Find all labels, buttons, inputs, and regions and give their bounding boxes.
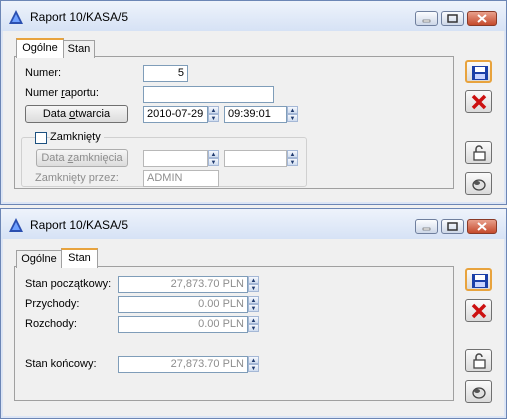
spin-down-icon[interactable]: ▼ — [248, 364, 259, 372]
amount-spinner[interactable]: ▲ ▼ — [248, 296, 259, 313]
tab-ogolne[interactable]: Ogólne — [16, 250, 62, 268]
window-body: Stan początkowy: 27,873.70 PLN ▲ ▼ Przych… — [3, 239, 504, 416]
numer-field[interactable]: 5 — [143, 65, 188, 82]
przychody-label: Przychody: — [25, 298, 80, 310]
eraser-icon — [472, 387, 486, 399]
spin-up-icon[interactable]: ▲ — [248, 296, 259, 304]
stan-poczatkowy-field[interactable]: 27,873.70 PLN — [118, 276, 248, 293]
minimize-button[interactable] — [415, 219, 438, 234]
spin-down-icon[interactable]: ▼ — [248, 284, 259, 292]
spin-down-icon[interactable]: ▼ — [248, 304, 259, 312]
window-body: Numer: 5 Numer raportu: Data otwarcia 20… — [3, 31, 504, 202]
spin-down-icon[interactable]: ▼ — [208, 114, 219, 122]
save-icon — [472, 274, 488, 288]
stan-koncowy-field[interactable]: 27,873.70 PLN — [118, 356, 248, 373]
report-window-general: Raport 10/KASA/5 Numer: 5 Numer raportu:… — [0, 0, 507, 205]
data-otwarcia-date-field[interactable]: 2010-07-29 — [143, 106, 208, 123]
title-bar[interactable]: Raport 10/KASA/5 — [1, 1, 506, 31]
amount-spinner[interactable]: ▲ ▼ — [248, 276, 259, 293]
tab-panel-general: Numer: 5 Numer raportu: Data otwarcia 20… — [14, 56, 454, 189]
spin-up-icon[interactable]: ▲ — [248, 276, 259, 284]
data-zamkniecia-time-field[interactable] — [224, 150, 287, 167]
maximize-button[interactable] — [441, 11, 464, 26]
zamkniety-label: Zamknięty — [50, 131, 104, 143]
spin-down-icon[interactable]: ▼ — [248, 324, 259, 332]
stan-poczatkowy-label: Stan początkowy: — [25, 278, 112, 290]
delete-icon — [471, 303, 487, 319]
lock-button[interactable] — [465, 349, 492, 372]
time-spinner[interactable]: ▲ ▼ — [287, 106, 298, 123]
spin-down-icon[interactable]: ▼ — [287, 158, 298, 166]
close-button[interactable] — [467, 11, 497, 26]
zamkniety-przez-field[interactable]: ADMIN — [143, 170, 219, 187]
data-zamkniecia-button[interactable]: Data zamknięcia — [36, 149, 128, 167]
przychody-field[interactable]: 0.00 PLN — [118, 296, 248, 313]
app-icon — [9, 10, 23, 24]
save-button[interactable] — [465, 60, 492, 83]
amount-spinner[interactable]: ▲ ▼ — [248, 356, 259, 373]
delete-button[interactable] — [465, 90, 492, 113]
data-otwarcia-button[interactable]: Data otwarcia — [25, 105, 128, 123]
time-spinner[interactable]: ▲ ▼ — [287, 150, 298, 167]
zamkniety-checkbox[interactable] — [35, 132, 47, 144]
zamkniety-przez-label: Zamknięty przez: — [35, 172, 119, 184]
tab-stan[interactable]: Stan — [63, 40, 95, 58]
rozchody-label: Rozchody: — [25, 318, 77, 330]
app-icon — [9, 218, 23, 232]
eraser-button[interactable] — [465, 380, 492, 403]
spin-up-icon[interactable]: ▲ — [248, 316, 259, 324]
spin-up-icon[interactable]: ▲ — [208, 150, 219, 158]
amount-spinner[interactable]: ▲ ▼ — [248, 316, 259, 333]
numer-label: Numer: — [25, 67, 62, 79]
spin-down-icon[interactable]: ▼ — [208, 158, 219, 166]
date-spinner[interactable]: ▲ ▼ — [208, 106, 219, 123]
lock-button[interactable] — [465, 141, 492, 164]
numer-raportu-label: Numer raportu: — [25, 87, 99, 99]
tab-panel-stan: Stan początkowy: 27,873.70 PLN ▲ ▼ Przych… — [14, 266, 454, 401]
tab-ogolne[interactable]: Ogólne — [16, 38, 64, 58]
data-zamkniecia-date-field[interactable] — [143, 150, 208, 167]
stan-koncowy-label: Stan końcowy: — [25, 358, 97, 370]
title-bar[interactable]: Raport 10/KASA/5 — [1, 209, 506, 239]
maximize-button[interactable] — [441, 219, 464, 234]
delete-icon — [471, 94, 487, 110]
close-button[interactable] — [467, 219, 497, 234]
minimize-button[interactable] — [415, 11, 438, 26]
eraser-icon — [472, 179, 486, 191]
delete-button[interactable] — [465, 299, 492, 322]
save-button[interactable] — [465, 268, 492, 291]
eraser-button[interactable] — [465, 172, 492, 195]
window-title: Raport 10/KASA/5 — [30, 218, 129, 232]
lock-icon — [473, 353, 486, 369]
spin-down-icon[interactable]: ▼ — [287, 114, 298, 122]
spin-up-icon[interactable]: ▲ — [248, 356, 259, 364]
window-title: Raport 10/KASA/5 — [30, 10, 129, 24]
spin-up-icon[interactable]: ▲ — [287, 150, 298, 158]
spin-up-icon[interactable]: ▲ — [208, 106, 219, 114]
tab-stan[interactable]: Stan — [61, 248, 98, 268]
lock-icon — [473, 145, 486, 161]
data-otwarcia-time-field[interactable]: 09:39:01 — [224, 106, 287, 123]
numer-raportu-field[interactable] — [143, 86, 274, 103]
rozchody-field[interactable]: 0.00 PLN — [118, 316, 248, 333]
save-icon — [472, 66, 488, 80]
spin-up-icon[interactable]: ▲ — [287, 106, 298, 114]
date-spinner[interactable]: ▲ ▼ — [208, 150, 219, 167]
report-window-stan: Raport 10/KASA/5 Stan początkowy: 27,873… — [0, 208, 507, 419]
